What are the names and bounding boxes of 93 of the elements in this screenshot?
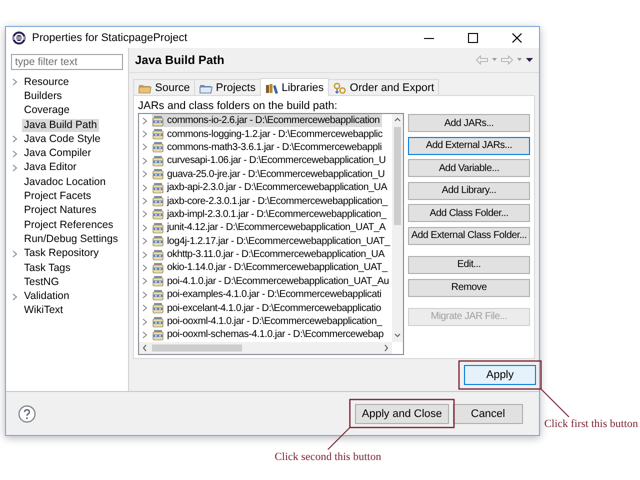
library-item[interactable]: log4j-1.2.17.jar - D:\Ecommercewebapplication_UAT_ bbox=[152, 234, 392, 248]
filter-field[interactable]: type filter text bbox=[11, 54, 123, 70]
tab[interactable]: Source bbox=[133, 79, 195, 95]
jar-icon bbox=[152, 262, 164, 274]
library-item[interactable]: jaxb-impl-2.3.0.1.jar - D:\Ecommercewebapplication_ bbox=[152, 208, 388, 221]
tree-item[interactable]: WikiText bbox=[22, 304, 66, 318]
tree-item[interactable]: Run/Debug Settings bbox=[22, 232, 120, 246]
dropdown-icon[interactable] bbox=[492, 58, 497, 62]
expand-icon[interactable] bbox=[12, 135, 18, 144]
tab[interactable]: Order and Export bbox=[328, 79, 440, 95]
library-item[interactable]: okio-1.14.0.jar - D:\Ecommercewebapplication_UAT_ bbox=[152, 261, 390, 274]
library-item[interactable]: okhttp-3.11.0.jar - D:\Ecommercewebapplication_UA bbox=[152, 248, 386, 262]
page-title: Java Build Path bbox=[135, 53, 224, 67]
tree-item[interactable]: Coverage bbox=[22, 104, 72, 118]
jar-icon bbox=[152, 328, 164, 341]
jar-icon bbox=[152, 248, 164, 261]
action-button[interactable]: Add External JARs... bbox=[408, 136, 530, 155]
tree-item[interactable]: Task Tags bbox=[22, 262, 72, 274]
close-icon[interactable] bbox=[512, 32, 522, 42]
forward-icon[interactable] bbox=[501, 55, 513, 65]
jar-icon bbox=[152, 141, 164, 154]
jar-icon bbox=[152, 302, 164, 314]
view-menu-icon[interactable] bbox=[526, 58, 533, 62]
action-button[interactable]: Add External Class Folder... bbox=[408, 226, 530, 245]
library-item[interactable]: curvesapi-1.06.jar - D:\Ecommercewebapplication_U bbox=[152, 154, 388, 168]
action-button[interactable]: Remove bbox=[408, 278, 530, 297]
leader-line bbox=[540, 388, 570, 418]
tree-item[interactable]: Java Build Path bbox=[22, 118, 99, 132]
app-icon bbox=[12, 30, 26, 44]
tab[interactable]: Libraries bbox=[260, 78, 329, 96]
vertical-scrollbar[interactable] bbox=[392, 114, 403, 342]
dropdown-icon[interactable] bbox=[517, 58, 522, 62]
tab[interactable]: Projects bbox=[194, 79, 261, 95]
action-button[interactable]: Add JARs... bbox=[408, 114, 530, 132]
action-button[interactable]: Add Library... bbox=[408, 182, 530, 200]
library-item[interactable]: commons-io-2.6.jar - D:\Ecommercewebapplication bbox=[152, 114, 382, 128]
horizontal-scrollbar[interactable] bbox=[139, 342, 392, 354]
tree-item[interactable]: Validation bbox=[22, 290, 72, 304]
expand-icon[interactable] bbox=[12, 78, 18, 86]
jar-icon bbox=[152, 208, 164, 220]
tree-item[interactable]: Java Editor bbox=[22, 161, 79, 174]
library-item[interactable]: poi-excelant-4.1.0.jar - D:\Ecommercewebapplicatio bbox=[152, 302, 383, 315]
jar-icon bbox=[152, 288, 164, 301]
library-item[interactable]: guava-25.0-jre.jar - D:\Ecommercewebapplication_U bbox=[152, 168, 387, 181]
jar-icon bbox=[152, 316, 164, 328]
jar-icon bbox=[152, 222, 164, 234]
library-item[interactable]: poi-4.1.0.jar - D:\Ecommercewebapplication_UAT_Au bbox=[152, 274, 391, 288]
tree-item[interactable]: Builders bbox=[22, 90, 64, 103]
maximize-icon[interactable] bbox=[468, 32, 478, 42]
library-item[interactable]: poi-ooxml-4.1.0.jar - D:\Ecommercewebapplication_ bbox=[152, 315, 384, 328]
library-item[interactable]: jaxb-api-2.3.0.jar - D:\Ecommercewebapplication_UA bbox=[152, 181, 390, 194]
tree-item[interactable]: Task Repository bbox=[22, 247, 101, 260]
apply-button[interactable]: Apply bbox=[464, 365, 536, 385]
jar-icon bbox=[152, 275, 164, 288]
tree-item[interactable]: Resource bbox=[22, 76, 71, 89]
jar-icon bbox=[152, 235, 164, 248]
tree-item[interactable]: Java Compiler bbox=[22, 147, 94, 160]
tree-item[interactable]: Java Code Style bbox=[22, 132, 102, 146]
help-icon[interactable] bbox=[18, 404, 36, 422]
list-label: JARs and class folders on the build path: bbox=[138, 99, 338, 113]
callout-text: Click second this button bbox=[274, 450, 382, 462]
library-item[interactable]: commons-math3-3.6.1.jar - D:\Ecommercewebappli bbox=[152, 140, 384, 154]
jar-icon bbox=[152, 128, 164, 140]
jar-icon bbox=[152, 114, 164, 127]
tree-item[interactable]: TestNG bbox=[22, 276, 62, 289]
books-icon bbox=[264, 82, 279, 94]
expand-icon[interactable] bbox=[12, 164, 18, 172]
tree-item[interactable]: Javadoc Location bbox=[22, 176, 108, 189]
back-icon[interactable] bbox=[476, 55, 488, 65]
library-item[interactable]: commons-logging-1.2.jar - D:\Ecommercewebapplic bbox=[152, 128, 384, 141]
library-item[interactable]: poi-examples-4.1.0.jar - D:\Ecommercewebapplicati bbox=[152, 288, 384, 302]
callout-text: Click first this button bbox=[544, 418, 638, 430]
tree-item[interactable]: Project References bbox=[22, 218, 116, 232]
rings-icon bbox=[332, 82, 347, 94]
action-button[interactable]: Add Variable... bbox=[408, 159, 530, 178]
tree-item[interactable]: Project Facets bbox=[22, 190, 94, 204]
jar-icon bbox=[152, 154, 164, 167]
jar-icon bbox=[152, 168, 164, 180]
tree-item[interactable]: Project Natures bbox=[22, 204, 98, 218]
library-item[interactable]: jaxb-core-2.3.0.1.jar - D:\Ecommercewebapplication_ bbox=[152, 194, 390, 208]
jar-icon bbox=[152, 182, 164, 194]
library-item[interactable]: junit-4.12.jar - D:\Ecommercewebapplication_UAT_A bbox=[152, 221, 388, 234]
expand-icon[interactable] bbox=[12, 150, 18, 158]
leader-line bbox=[327, 427, 350, 450]
dialog-button[interactable]: Cancel bbox=[453, 404, 523, 424]
action-button[interactable]: Edit... bbox=[408, 256, 530, 274]
expand-icon[interactable] bbox=[12, 250, 18, 258]
window-title: Properties for StaticpageProject bbox=[32, 32, 188, 44]
dialog-button[interactable]: Apply and Close bbox=[354, 404, 449, 424]
action-button[interactable]: Add Class Folder... bbox=[408, 204, 530, 222]
jar-icon bbox=[152, 195, 164, 208]
library-item[interactable]: poi-ooxml-schemas-4.1.0.jar - D:\Ecommercewebap bbox=[152, 328, 386, 342]
expand-icon[interactable] bbox=[12, 292, 18, 301]
